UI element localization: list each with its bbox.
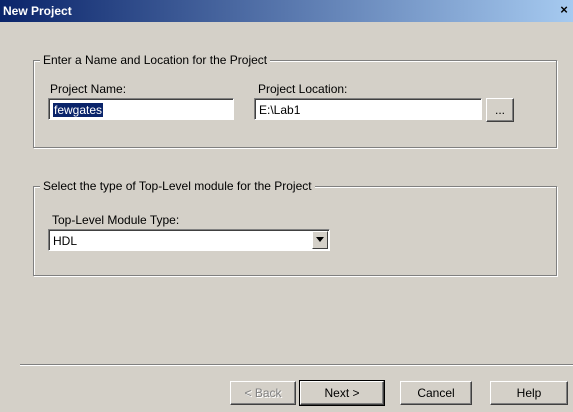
window-title: New Project [3, 4, 72, 18]
back-button[interactable]: < Back [230, 381, 296, 405]
project-name-value: fewgates [53, 103, 104, 117]
help-button[interactable]: Help [490, 381, 568, 405]
project-location-label: Project Location: [258, 82, 348, 96]
cancel-button[interactable]: Cancel [400, 381, 472, 405]
module-type-select[interactable]: HDL [48, 229, 330, 251]
title-bar: New Project × [0, 0, 573, 22]
name-location-legend: Enter a Name and Location for the Projec… [40, 53, 271, 67]
project-name-label: Project Name: [50, 82, 127, 96]
module-type-legend: Select the type of Top-Level module for … [40, 179, 315, 193]
project-name-field[interactable]: fewgates [48, 98, 234, 120]
module-type-label: Top-Level Module Type: [52, 213, 180, 227]
project-location-value: E:\Lab1 [259, 103, 301, 117]
next-button[interactable]: Next > [299, 380, 385, 406]
project-location-field[interactable]: E:\Lab1 [254, 98, 482, 120]
browse-button[interactable]: ... [486, 98, 514, 122]
module-type-value: HDL [53, 234, 78, 248]
button-separator [20, 364, 573, 366]
close-icon[interactable]: × [556, 2, 572, 18]
chevron-down-icon[interactable] [312, 231, 328, 249]
